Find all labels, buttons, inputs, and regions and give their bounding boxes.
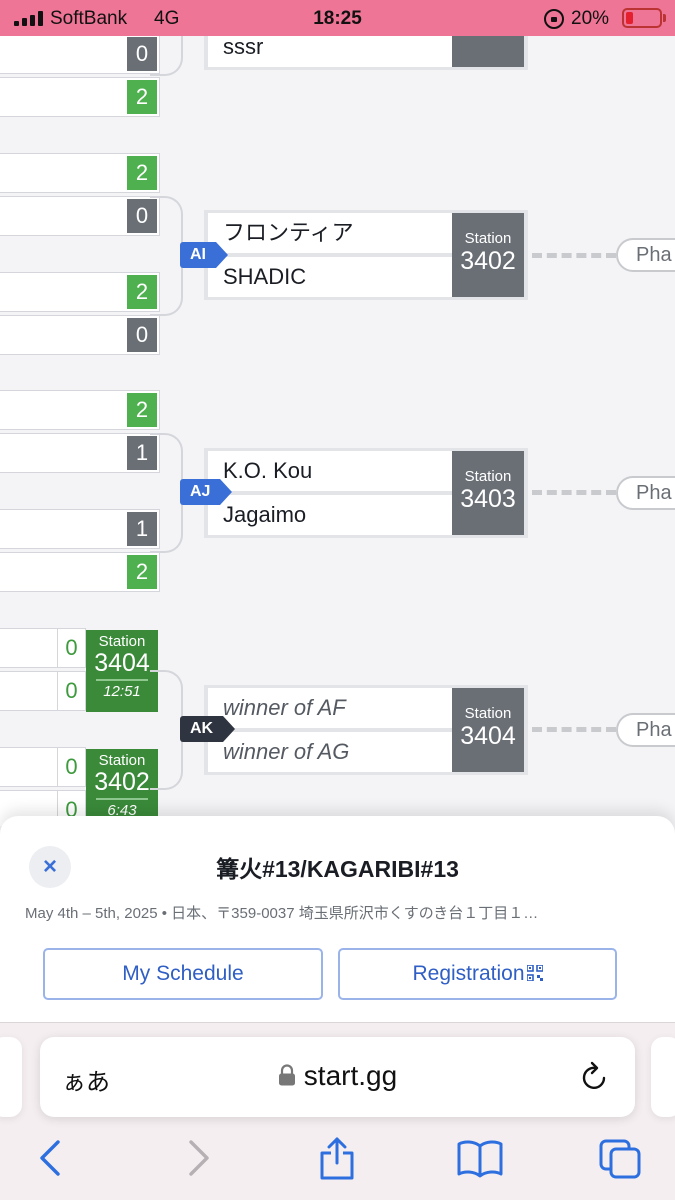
station-badge-ongoing[interactable]: Station 3402 6:43 [86,749,158,826]
bookmarks-icon[interactable] [456,1136,504,1180]
player-name: K.O. Kou [208,451,454,491]
player-name: フロンティア [208,213,454,253]
player-placeholder: winner of AF [208,688,454,728]
bracket-connector-dashed [532,727,616,732]
match-id-tag: AJ [180,479,234,505]
player-name: SHADIC [208,257,454,297]
bracket-connector [150,196,183,316]
station-number: 3404 [94,649,150,677]
station-badge-ongoing[interactable]: Station 3404 12:51 [86,630,158,712]
url-text: start.gg [303,1060,398,1091]
station-badge: Station 3404 [452,688,524,772]
match-card[interactable]: sssr [204,36,528,70]
tabs-icon[interactable] [598,1136,644,1180]
bracket-connector [150,36,183,76]
next-tab-preview[interactable] [651,1037,675,1117]
orientation-lock-icon [544,9,564,29]
set-row[interactable]: 2 [0,77,160,117]
battery-icon [622,8,662,28]
set-score: 0 [127,318,157,352]
player-name: sssr [208,36,454,67]
event-date-location: May 4th – 5th, 2025 • 日本、〒359-0037 埼玉県所沢… [25,905,539,922]
station-badge: Station 3403 [452,451,524,535]
set-score: 2 [127,156,157,190]
bracket-connector-dashed [532,490,616,495]
ongoing-set-row[interactable]: 0 [0,671,86,711]
station-badge [452,36,524,67]
match-card-ak[interactable]: winner of AF winner of AG Station 3404 [204,685,528,775]
set-row[interactable]: 0 [0,196,160,236]
set-row[interactable]: 2 [0,272,160,312]
set-score: 2 [127,555,157,589]
set-score: 0 [57,748,85,786]
station-label: Station [98,633,146,650]
set-row[interactable]: 1 [0,433,160,473]
match-card-aj[interactable]: K.O. Kou Jagaimo Station 3403 [204,448,528,538]
my-schedule-label: My Schedule [122,962,244,985]
match-card-ai[interactable]: フロンティア SHADIC Station 3402 [204,210,528,300]
set-row[interactable]: 1 [0,509,160,549]
registration-button[interactable]: Registration [338,948,617,1000]
battery-percentage: 20% [571,8,610,29]
station-divider [96,679,148,681]
share-icon[interactable] [316,1136,358,1180]
elapsed-time: 12:51 [103,683,141,700]
set-row[interactable]: 0 [0,36,160,74]
station-number: 3403 [460,485,516,513]
station-badge: Station 3402 [452,213,524,297]
next-phase-pill[interactable]: Pha [616,713,675,747]
ongoing-set-row[interactable]: 0 [0,628,86,668]
set-score: 2 [127,393,157,427]
bracket-view[interactable]: 0 2 2 0 2 0 2 1 1 2 0 0 Station 3404 12:… [0,36,675,826]
station-number: 3402 [460,247,516,275]
match-id-tag: AK [180,716,236,742]
next-phase-pill[interactable]: Pha [616,238,675,272]
qr-code-icon [526,965,543,981]
forward-icon[interactable] [183,1136,213,1180]
station-label: Station [98,752,146,769]
bracket-connector [150,433,183,553]
set-score: 2 [127,80,157,114]
previous-tab-preview[interactable] [0,1037,22,1117]
back-icon[interactable] [36,1136,66,1180]
station-label: Station [464,468,512,485]
player-placeholder: winner of AG [208,732,454,772]
station-number: 3402 [94,768,150,796]
ongoing-set-row[interactable]: 0 [0,747,86,787]
registration-label: Registration [412,962,525,985]
station-label: Station [464,230,512,247]
set-row[interactable]: 2 [0,153,160,193]
match-id-tag: AI [180,242,228,268]
event-sheet: × 篝火#13/KAGARIBI#13 May 4th – 5th, 2025 … [0,816,675,1026]
set-score: 0 [57,672,85,710]
bracket-connector-dashed [532,253,616,258]
station-divider [96,798,148,800]
battery-cap [663,14,666,22]
lock-icon [278,1064,295,1086]
bracket-connector [150,670,183,790]
my-schedule-button[interactable]: My Schedule [43,948,323,1000]
set-row[interactable]: 0 [0,315,160,355]
set-row[interactable]: 2 [0,552,160,592]
next-phase-pill[interactable]: Pha [616,476,675,510]
reload-icon[interactable] [579,1059,611,1093]
url-display[interactable]: start.gg [40,1060,635,1092]
address-bar[interactable]: ぁあ start.gg [40,1037,635,1117]
status-bar: SoftBank 4G 18:25 20% [0,0,675,36]
set-score: 0 [57,629,85,667]
set-row[interactable]: 2 [0,390,160,430]
player-name: Jagaimo [208,495,454,535]
station-number: 3404 [460,722,516,750]
event-title: 篝火#13/KAGARIBI#13 [216,856,459,882]
station-label: Station [464,705,512,722]
battery-level [626,12,633,24]
